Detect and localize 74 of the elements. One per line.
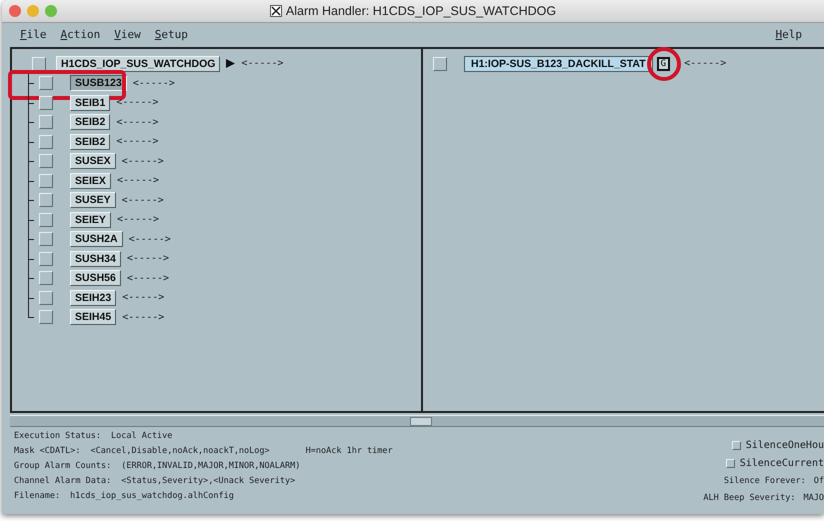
setting-label: ALH Beep Severity: <box>703 493 796 503</box>
group-button[interactable]: SUSH2A <box>70 231 123 248</box>
acknowledge-button[interactable] <box>39 174 53 188</box>
acknowledge-button[interactable] <box>39 193 53 208</box>
acknowledge-button[interactable] <box>32 56 46 71</box>
status-label: Channel Alarm Data: <box>14 476 112 486</box>
status-value: (ERROR,INVALID,MAJOR,MINOR,NOALARM) <box>121 461 300 471</box>
menu-item[interactable]: File <box>20 28 46 40</box>
help-menu[interactable]: Help <box>776 28 802 40</box>
setting-value: MAJO <box>804 493 824 503</box>
acknowledge-button[interactable] <box>39 115 53 130</box>
group-button[interactable]: H1CDS_IOP_SUS_WATCHDOG <box>56 56 220 72</box>
group-button[interactable]: SUSB123 <box>70 75 127 92</box>
group-button[interactable]: SUSH34 <box>70 250 121 267</box>
alarm-status: <-----> <box>116 136 159 148</box>
alarm-status: <-----> <box>116 175 160 186</box>
group-button[interactable]: SUSH56 <box>70 270 121 286</box>
channel-button[interactable]: H1:IOP-SUS_B123_DACKILL_STAT <box>464 56 653 72</box>
toggle-checkbox[interactable] <box>726 459 735 468</box>
acknowledge-button[interactable] <box>39 154 53 168</box>
group-button[interactable]: SUSEX <box>70 153 116 170</box>
alarm-status: <-----> <box>684 58 726 70</box>
status-value: <Status,Severity>,<Unack Severity> <box>121 476 296 486</box>
group-button[interactable]: SEIEX <box>70 172 111 189</box>
toggle-label: SilenceCurrent <box>740 458 824 469</box>
alarm-status: <-----> <box>116 97 159 108</box>
group-button[interactable]: SEIH23 <box>70 290 116 306</box>
group-button[interactable]: SUSEY <box>70 192 116 208</box>
alarm-status: <-----> <box>122 312 164 323</box>
alarm-status: <-----> <box>116 116 159 128</box>
acknowledge-button[interactable] <box>39 212 53 227</box>
acknowledge-button[interactable] <box>39 310 53 324</box>
alarm-status: <-----> <box>116 214 160 226</box>
status-label: Filename: <box>14 491 60 501</box>
toggle-label: SilenceOneHou <box>746 440 824 451</box>
close-button[interactable] <box>9 5 21 17</box>
guidance-button[interactable]: G <box>656 56 670 71</box>
acknowledge-button[interactable] <box>39 290 53 305</box>
group-button[interactable]: SEIB2 <box>70 134 110 150</box>
alarm-status: <-----> <box>122 156 164 167</box>
acknowledge-button[interactable] <box>39 134 53 149</box>
acknowledge-button[interactable] <box>39 76 53 90</box>
acknowledge-button[interactable] <box>433 56 447 71</box>
acknowledge-button[interactable] <box>39 271 53 286</box>
status-value: h1cds_iop_sus_watchdog.alhConfig <box>70 491 234 501</box>
alarm-status: <-----> <box>128 234 171 245</box>
pane-sash[interactable] <box>410 417 432 426</box>
menu-item[interactable]: View <box>114 28 141 40</box>
setting-value: Of <box>814 476 824 486</box>
status-label: Execution Status: <box>14 431 101 441</box>
alarm-status: <-----> <box>126 253 170 264</box>
acknowledge-button[interactable] <box>39 252 53 266</box>
alarm-status: <-----> <box>241 58 284 70</box>
menu-item[interactable]: Setup <box>154 28 188 40</box>
status-value: Local Active <box>111 431 172 441</box>
window-title: Alarm Handler: H1CDS_IOP_SUS_WATCHDOG <box>286 4 556 18</box>
x-window-icon <box>270 5 282 17</box>
status-label: Group Alarm Counts: <box>14 461 112 471</box>
group-button[interactable]: SEIH45 <box>70 309 116 326</box>
acknowledge-button[interactable] <box>39 96 53 110</box>
status-note: H=noAck 1hr timer <box>306 446 393 456</box>
menu-item[interactable]: Action <box>60 28 100 40</box>
toggle-checkbox[interactable] <box>732 441 741 450</box>
group-button[interactable]: SEIEY <box>70 212 111 228</box>
alarm-status: <-----> <box>126 272 170 284</box>
group-button[interactable]: SEIB1 <box>70 94 110 111</box>
alarm-status: <-----> <box>132 78 175 89</box>
alarm-status: <-----> <box>122 194 164 206</box>
group-button[interactable]: SEIB2 <box>70 114 110 130</box>
setting-label: Silence Forever: <box>724 476 806 486</box>
acknowledge-button[interactable] <box>39 232 53 246</box>
status-value: <Cancel,Disable,noAck,noackT,noLog> <box>90 446 270 456</box>
status-label: Mask <CDATL>: <box>14 446 81 456</box>
alarm-status: <-----> <box>122 292 164 304</box>
